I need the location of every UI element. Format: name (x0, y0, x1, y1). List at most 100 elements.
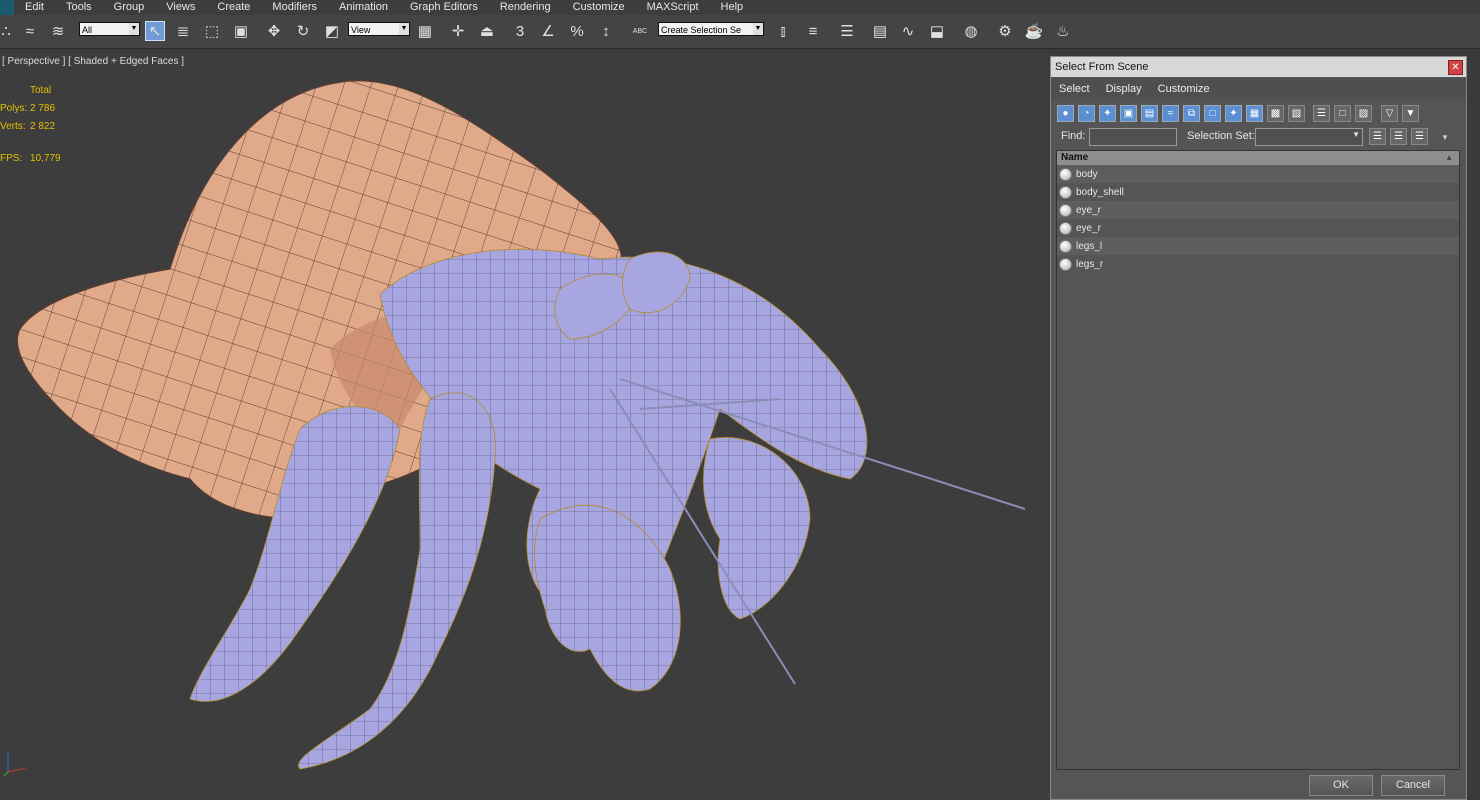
align-icon[interactable]: ≡ (803, 21, 823, 41)
rotate-icon[interactable]: ↻ (293, 21, 313, 41)
select-by-name-icon[interactable]: ≣ (173, 21, 193, 41)
keyboard-shortcut-override-icon[interactable]: ⏏ (477, 21, 497, 41)
object-name: body_shell (1076, 186, 1124, 198)
display-containers-icon[interactable]: ▦ (1246, 105, 1263, 122)
app-icon[interactable] (0, 0, 14, 15)
chevron-down-icon: ▼ (1352, 130, 1360, 139)
link-icon[interactable]: ∴ (0, 21, 16, 41)
dialog-menu-select[interactable]: Select (1051, 83, 1098, 95)
percent-snap-button[interactable]: % (567, 21, 587, 41)
angle-snap-icon[interactable]: ∠ (538, 21, 558, 41)
selection-filter-dropdown[interactable]: All ▼ (79, 22, 140, 36)
unlink-icon[interactable]: ≈ (20, 21, 40, 41)
display-space-warps-icon[interactable]: ≈ (1162, 105, 1179, 122)
list-item[interactable]: body_shell (1057, 183, 1459, 201)
scale-icon[interactable]: ◩ (322, 21, 342, 41)
display-bones-icon[interactable]: ✦ (1225, 105, 1242, 122)
selection-filter-value: All (82, 25, 93, 35)
display-cameras-icon[interactable]: ▣ (1120, 105, 1137, 122)
snaps-toggle-button[interactable]: 3 (510, 21, 530, 41)
mirror-icon[interactable]: ⫾ (773, 21, 793, 41)
menu-tools[interactable]: Tools (55, 0, 103, 15)
main-toolbar: ∴ ≈ ≋ All ▼ ↖ ≣ ⬚ ▣ ✥ ↻ ◩ View ▼ ▦ ✛ ⏏ 3 ∠… (0, 15, 1480, 49)
select-object-button[interactable]: ↖ (145, 21, 165, 41)
ribbon-icon[interactable]: ▤ (870, 21, 890, 41)
menu-maxscript[interactable]: MAXScript (636, 0, 710, 15)
menu-graph-editors[interactable]: Graph Editors (399, 0, 489, 15)
layer-manager-icon[interactable]: ☰ (837, 21, 857, 41)
display-xrefs-icon[interactable]: □ (1204, 105, 1221, 122)
selection-set-dropdown[interactable]: ▼ (1255, 128, 1363, 146)
schematic-view-icon[interactable]: ⬓ (927, 21, 947, 41)
list-item[interactable]: legs_r (1057, 255, 1459, 273)
fps-value: 10,779 (30, 153, 61, 164)
menu-modifiers[interactable]: Modifiers (261, 0, 328, 15)
polys-label: Polys: (0, 103, 28, 114)
menu-edit[interactable]: Edit (14, 0, 55, 15)
curve-editor-icon[interactable]: ∿ (898, 21, 918, 41)
object-name: legs_l (1076, 240, 1103, 252)
menu-group[interactable]: Group (103, 0, 156, 15)
select-all-icon[interactable]: ☰ (1313, 105, 1330, 122)
window-crossing-icon[interactable]: ▣ (231, 21, 251, 41)
menu-customize[interactable]: Customize (562, 0, 636, 15)
selection-set-label: Selection Set: (1187, 130, 1255, 142)
menu-create[interactable]: Create (206, 0, 261, 15)
list-item[interactable]: eye_r (1057, 201, 1459, 219)
geometry-object-icon (1059, 239, 1072, 253)
dialog-toolbar: ● ◔ ✦ ▣ ▤ ≈ ⧉ □ ✦ ▦ ▩ ▧ ☰ □ ▨ ▽ ▼ (1057, 103, 1461, 125)
display-shapes-icon[interactable]: ◔ (1078, 105, 1095, 122)
list-item[interactable]: legs_l (1057, 237, 1459, 255)
ok-button[interactable]: OK (1309, 775, 1373, 796)
viewport-label[interactable]: [ Perspective ] [ Shaded + Edged Faces ] (2, 56, 184, 67)
filter-icon[interactable]: ▽ (1381, 105, 1398, 122)
list-item[interactable]: body (1057, 165, 1459, 183)
options-chevron-icon[interactable]: ▼ (1441, 133, 1449, 142)
edit-named-selection-button[interactable]: ABC (630, 21, 650, 41)
reference-coordinate-dropdown[interactable]: View ▼ (348, 22, 410, 36)
dialog-menu-display[interactable]: Display (1098, 83, 1150, 95)
display-geometry-icon[interactable]: ● (1057, 105, 1074, 122)
find-input[interactable] (1089, 128, 1177, 146)
viewport-statistics: Total Polys: 2 786 Verts: 2 822 FPS: 10,779 (0, 82, 90, 168)
snap-3-label: 3 (515, 22, 525, 40)
dialog-menu-customize[interactable]: Customize (1150, 83, 1218, 95)
menu-bar: Edit Tools Group Views Create Modifiers … (0, 0, 1480, 15)
find-bar: Find: Selection Set: ▼ ☰ ☰ ☰ ▼ (1057, 127, 1461, 147)
verts-value: 2 822 (30, 121, 56, 132)
perspective-viewport[interactable]: [ Perspective ] [ Shaded + Edged Faces ]… (0, 49, 1050, 800)
display-frozen-icon[interactable]: ▩ (1267, 105, 1284, 122)
select-invert-icon[interactable]: ▨ (1355, 105, 1372, 122)
filter-options-icon[interactable]: ▼ (1402, 105, 1419, 122)
display-helpers-icon[interactable]: ▤ (1141, 105, 1158, 122)
dialog-title-bar[interactable]: Select From Scene (1051, 57, 1466, 77)
menu-animation[interactable]: Animation (328, 0, 399, 15)
material-editor-icon[interactable]: ◍ (961, 21, 981, 41)
move-icon[interactable]: ✥ (264, 21, 284, 41)
add-to-selection-set-icon[interactable]: ☰ (1390, 128, 1407, 145)
close-button[interactable]: ✕ (1448, 60, 1463, 75)
menu-views[interactable]: Views (155, 0, 206, 15)
dialog-title: Select From Scene (1055, 61, 1149, 73)
bind-space-warp-icon[interactable]: ≋ (48, 21, 68, 41)
rendered-frame-window-icon[interactable]: ☕ (1024, 21, 1044, 41)
cancel-button[interactable]: Cancel (1381, 775, 1445, 796)
list-item[interactable]: eye_r (1057, 219, 1459, 237)
name-column-header[interactable]: Name ▲ (1057, 151, 1459, 165)
pivot-center-icon[interactable]: ▦ (415, 21, 435, 41)
spinner-snap-icon[interactable]: ↕ (596, 21, 616, 41)
named-selection-sets-dropdown[interactable]: Create Selection Se ▼ (658, 22, 764, 36)
remove-from-selection-set-icon[interactable]: ☰ (1411, 128, 1428, 145)
render-setup-icon[interactable]: ⚙ (995, 21, 1015, 41)
display-hidden-icon[interactable]: ▧ (1288, 105, 1305, 122)
select-none-icon[interactable]: □ (1334, 105, 1351, 122)
rectangular-selection-icon[interactable]: ⬚ (202, 21, 222, 41)
render-production-icon[interactable]: ♨ (1053, 21, 1073, 41)
menu-rendering[interactable]: Rendering (489, 0, 562, 15)
create-selection-set-icon[interactable]: ☰ (1369, 128, 1386, 145)
select-manipulate-icon[interactable]: ✛ (448, 21, 468, 41)
display-lights-icon[interactable]: ✦ (1099, 105, 1116, 122)
menu-help[interactable]: Help (710, 0, 755, 15)
abc-label: ABC (632, 27, 648, 35)
display-groups-icon[interactable]: ⧉ (1183, 105, 1200, 122)
